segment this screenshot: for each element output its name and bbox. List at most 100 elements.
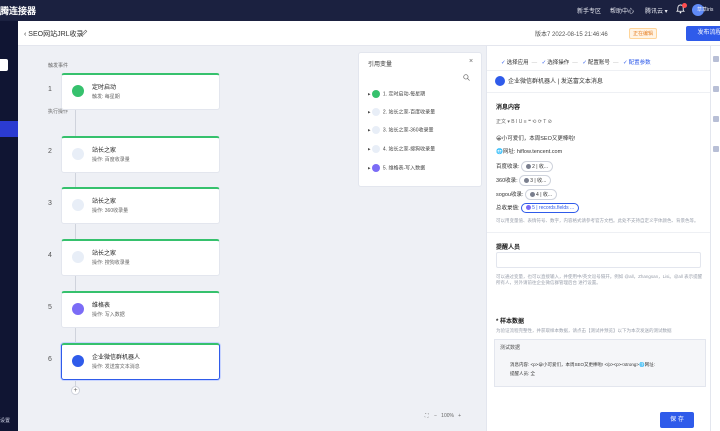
sidebar-settings-label[interactable]: 设置 [0, 417, 10, 424]
message-row[interactable]: 360收录: 3 | 收... [496, 175, 552, 186]
chinaz-icon [530, 192, 536, 198]
step-select-action[interactable]: ✓选择操作 [542, 60, 570, 66]
sidebar-item-active[interactable] [0, 121, 18, 137]
tencent-cloud-menu[interactable]: 腾讯云 ▾ [645, 6, 668, 15]
step-config-account[interactable]: ✓配置账号 [582, 60, 610, 66]
sample-box-title: 测试数据 [500, 345, 521, 351]
step-select-app[interactable]: ✓选择应用 [501, 60, 529, 66]
divider [487, 70, 711, 71]
wecom-bot-icon [72, 355, 84, 367]
sample-hint: 为验证流程完整性，并获取样本数据，请点击【测试并预览】以下为本次发送的测试数据 [496, 328, 672, 333]
clock-icon [72, 85, 84, 97]
rail-icon[interactable] [713, 86, 719, 92]
message-line[interactable]: 🌐网址: hiflow.tencent.com [496, 147, 562, 155]
step-number: 6 [48, 356, 52, 363]
variable-item-label: 5. 维格表-写入数据 [382, 165, 426, 172]
node-subtitle: 操作: 写入数据 [92, 312, 125, 318]
top-navigation-bar: 腾连接器 新手专区 帮助中心 腾讯云 ▾ 草草iris [0, 0, 720, 21]
row-label: 总收录值: [496, 205, 520, 212]
node-subtitle: 操作: 360收录量 [92, 208, 129, 214]
rail-icon[interactable] [713, 56, 719, 62]
vika-icon [526, 205, 532, 211]
node-title: 定时启动 [92, 85, 117, 91]
zoom-in-button[interactable]: + [458, 413, 461, 419]
mention-input[interactable] [496, 252, 701, 268]
variable-item[interactable]: ▸ 2. 站长之家-百度收录量 [368, 108, 435, 116]
close-icon[interactable]: × [469, 58, 473, 65]
flow-node-baidu[interactable]: 站长之家 操作: 百度收录量 [61, 136, 220, 173]
user-name[interactable]: 草草iris [697, 6, 713, 13]
node-subtitle: 触发: 每星期 [92, 94, 120, 100]
step-number: 1 [48, 86, 52, 93]
step-number: 3 [48, 200, 52, 207]
brand-logo[interactable]: 腾连接器 [0, 4, 36, 17]
node-title: 企业微信群机器人 [92, 355, 141, 361]
flow-header: ‹ SEO网站JRL收录 版本7 2022-08-15 21:46:46 正在编… [18, 21, 720, 46]
node-subtitle: 操作: 百度收录量 [92, 157, 130, 163]
step-number: 4 [48, 252, 52, 259]
row-label: 百度收录: [496, 163, 520, 170]
save-button[interactable]: 保 存 [660, 412, 694, 428]
message-line[interactable]: 😀小可爱们，本周SEO又更棒啦! [496, 134, 575, 142]
vika-icon [72, 303, 84, 315]
variable-tag: 5 | records.fields ... [521, 203, 580, 213]
zoom-out-button[interactable]: − [434, 413, 437, 419]
pencil-icon[interactable] [80, 29, 88, 37]
divider [487, 232, 711, 233]
flow-node-trigger[interactable]: 定时启动 触发: 每星期 [61, 73, 220, 110]
publish-button[interactable]: 发布流程 [686, 26, 720, 41]
variable-panel: 引用变量 × ▸ 1. 定时启动-每星期 ▸ 2. 站长之家-百度收录量 ▸ 3… [358, 52, 482, 187]
vika-icon [371, 164, 380, 172]
left-sidebar: 设置 [0, 21, 18, 431]
help-center-link[interactable]: 帮助中心 [610, 6, 634, 15]
variable-item[interactable]: ▸ 4. 站长之家-搜狗收录量 [368, 145, 435, 153]
variable-tag: 2 | 收... [521, 161, 554, 172]
chinaz-icon [72, 148, 84, 160]
step-config-params[interactable]: ✓配置参数 [623, 60, 651, 66]
variable-tag: 3 | 收... [519, 175, 552, 186]
zoom-level: 100% [441, 413, 454, 419]
variable-item[interactable]: ▸ 3. 站长之家-360收录量 [368, 126, 433, 134]
node-subtitle: 操作: 发送富文本消息 [92, 364, 140, 370]
variable-tag: 4 | 收... [525, 189, 558, 200]
trigger-section-label: 触发事件 [48, 63, 69, 69]
status-badge: 正在编辑 [629, 28, 658, 39]
variable-item[interactable]: ▸ 5. 维格表-写入数据 [368, 164, 425, 172]
mention-hint: 可以通过变量，也可以直接输入，并使用中/英文逗号隔开。例如 @all，Zhang… [496, 274, 703, 285]
sidebar-home-icon[interactable] [0, 59, 8, 71]
row-label: sogou收录: [496, 191, 524, 198]
row-label: 360收录: [496, 177, 518, 184]
wecom-bot-icon [495, 76, 505, 87]
add-step-button[interactable]: + [71, 386, 80, 395]
divider [487, 92, 711, 93]
flow-node-360[interactable]: 站长之家 操作: 360收录量 [61, 187, 220, 224]
variable-item-label: 1. 定时启动-每星期 [382, 91, 426, 98]
rail-icon[interactable] [713, 116, 719, 122]
version-info: 版本7 2022-08-15 21:46:46 [535, 32, 608, 38]
rail-icon[interactable] [713, 146, 719, 152]
chinaz-icon [524, 178, 530, 184]
variable-item[interactable]: ▸ 1. 定时启动-每星期 [368, 90, 425, 98]
fit-screen-icon[interactable]: ⛶ [425, 413, 429, 419]
step-number: 5 [48, 304, 52, 311]
sample-line: 消息内容: <p>😀小可爱们，本周SEO又更棒啦! </p><p><strong… [510, 362, 655, 367]
rich-text-toolbar[interactable]: 正文 ▾ B I U ≡ ❝ ⟲ ⟳ T ⊘ [496, 118, 552, 125]
message-row[interactable]: 总收录值: 5 | records.fields ... [496, 203, 580, 213]
chinaz-icon [371, 108, 380, 116]
right-rail [710, 46, 720, 431]
flow-node-sogou[interactable]: 站长之家 操作: 搜狗收录量 [61, 239, 220, 276]
flow-node-vika[interactable]: 维格表 操作: 写入数据 [61, 291, 220, 328]
flow-connector-line [75, 76, 76, 386]
notification-badge [682, 3, 687, 8]
mention-label: 提醒人员 [496, 245, 521, 251]
flow-node-wecom-bot[interactable]: 企业微信群机器人 操作: 发送富文本消息 [61, 343, 220, 380]
back-button[interactable]: ‹ SEO网站JRL收录 [24, 29, 84, 39]
beginner-zone-link[interactable]: 新手专区 [577, 6, 601, 15]
node-title: 站长之家 [92, 148, 117, 154]
search-icon[interactable] [463, 74, 470, 81]
message-row[interactable]: 百度收录: 2 | 收... [496, 161, 554, 172]
app-title: 企业微信群机器人 | 发送富文本消息 [508, 79, 603, 85]
chinaz-icon [72, 251, 84, 263]
message-row[interactable]: sogou收录: 4 | 收... [496, 189, 558, 200]
message-hint: 可以用变量值、表情符号、数字，内容格式请参考官方文档。此处不支持自定义字体颜色、… [496, 218, 699, 223]
